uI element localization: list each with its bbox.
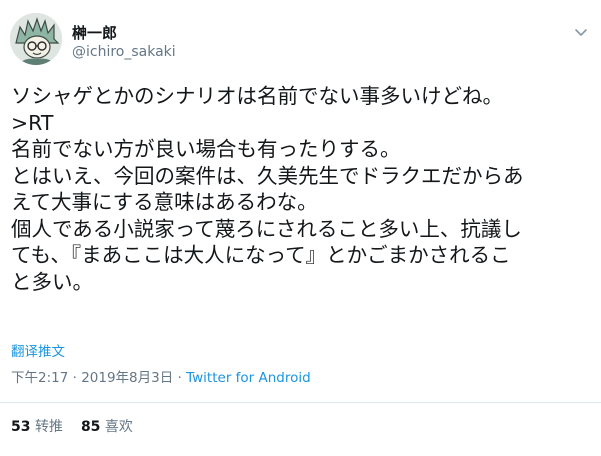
meta-separator: · <box>173 370 187 386</box>
retweets-stat[interactable]: 53 转推 <box>11 419 63 435</box>
avatar-illustration-icon <box>10 13 62 65</box>
tweet-source-link[interactable]: Twitter for Android <box>186 370 311 386</box>
user-avatar[interactable] <box>10 13 62 65</box>
likes-label: 喜欢 <box>104 419 133 435</box>
divider <box>0 402 601 403</box>
retweets-count: 53 <box>11 419 31 435</box>
meta-separator: · <box>68 370 82 386</box>
tweet-date[interactable]: 2019年8月3日 <box>81 370 173 386</box>
tweet-page: 榊一郎 @ichiro_sakaki ソシャゲとかのシナリオは名前でない事多いけ… <box>0 0 601 456</box>
likes-count: 85 <box>80 419 101 435</box>
tweet-meta: 下午2:17 · 2019年8月3日 · Twitter for Android <box>11 369 311 387</box>
tweet-text: ソシャゲとかのシナリオは名前でない事多いけどね。 >RT 名前でない方が良い場合… <box>11 84 524 294</box>
likes-stat[interactable]: 85 喜欢 <box>81 419 133 435</box>
tweet-stats: 53 转推 85 喜欢 <box>11 418 133 436</box>
tweet-time: 下午2:17 <box>11 370 69 386</box>
retweets-label: 转推 <box>34 419 63 435</box>
user-handle[interactable]: @ichiro_sakaki <box>72 43 176 61</box>
chevron-down-icon[interactable] <box>571 22 591 42</box>
display-name[interactable]: 榊一郎 <box>72 24 117 42</box>
translate-tweet-link[interactable]: 翻译推文 <box>11 343 65 361</box>
